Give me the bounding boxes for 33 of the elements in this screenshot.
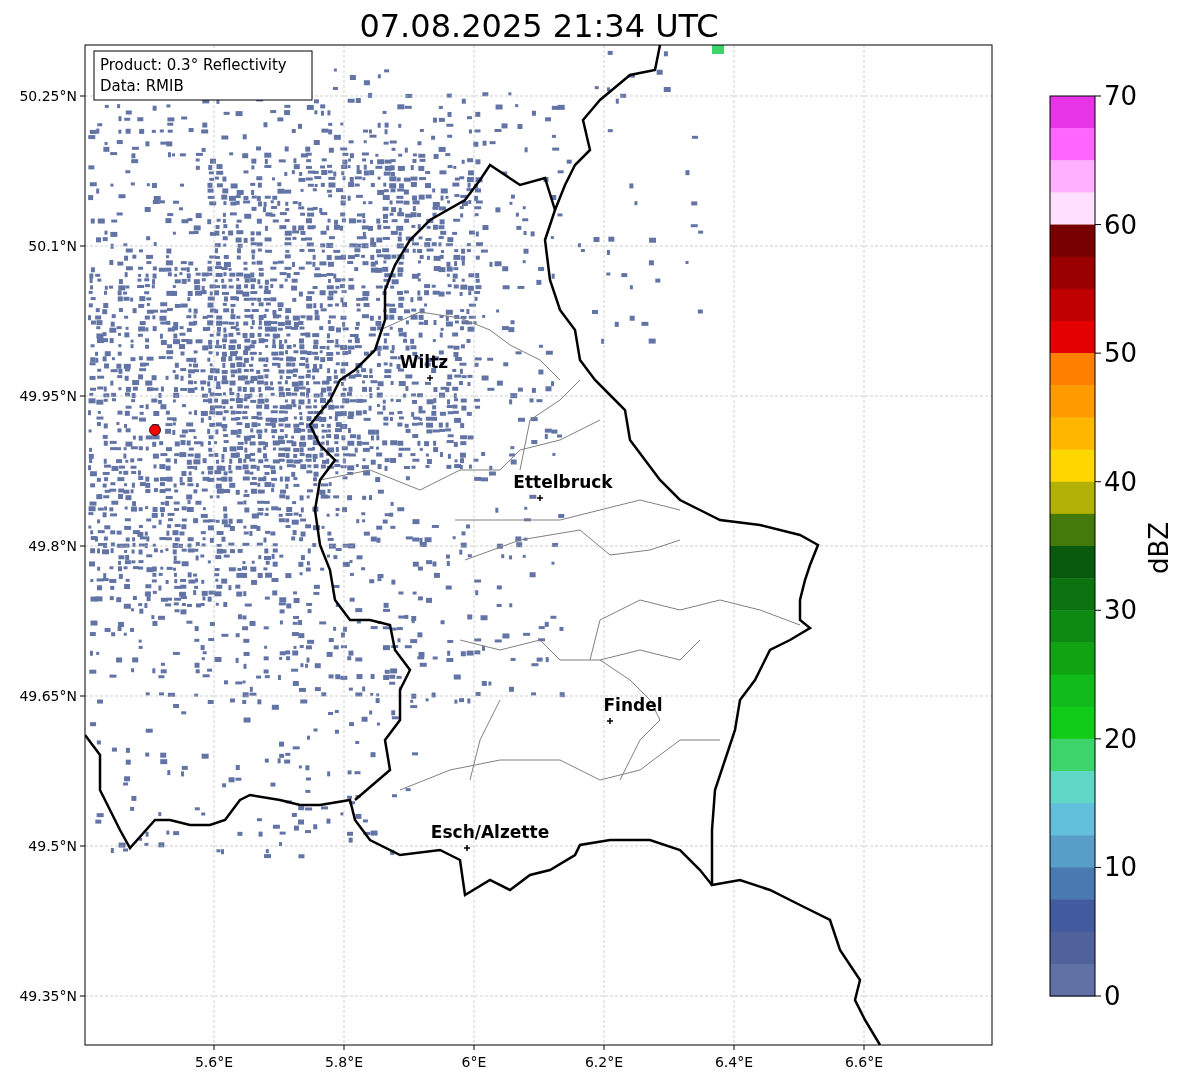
- info-text: Product: 0.3° Reflectivity: [100, 56, 287, 74]
- colorbar-tick-label: 10: [1104, 852, 1138, 883]
- longitude-tick-label: 6.4°E: [714, 1054, 754, 1070]
- colorbar-tick-label: 40: [1104, 466, 1138, 497]
- latitude-tick-label: 49.5°N: [28, 838, 77, 854]
- city-label: Esch/Alzette: [430, 822, 550, 842]
- colorbar-tick-label: 50: [1104, 338, 1138, 369]
- latitude-tick-label: 49.35°N: [19, 988, 77, 1004]
- radar-site-marker: [149, 424, 161, 436]
- longitude-tick-label: 6°E: [461, 1054, 487, 1070]
- city-marker-icon: [463, 844, 471, 852]
- city-label: Ettelbruck: [513, 472, 613, 492]
- colorbar-tick-label: 20: [1104, 723, 1138, 754]
- info-text: Data: RMIB: [100, 77, 184, 95]
- city-marker-icon: [426, 374, 434, 382]
- latitude-tick-label: 49.65°N: [19, 688, 77, 704]
- city-marker-icon: [606, 717, 614, 725]
- city-label: Findel: [603, 695, 663, 715]
- longitude-tick-label: 5.6°E: [194, 1054, 234, 1070]
- longitude-tick-label: 6.2°E: [584, 1054, 624, 1070]
- city-marker-icon: [536, 494, 544, 502]
- longitude-tick-label: 5.8°E: [324, 1054, 364, 1070]
- chart-title: 07.08.2025 21:34 UTC: [359, 7, 719, 45]
- colorbar-tick-label: 30: [1104, 595, 1138, 626]
- colorbar-tick-label: 0: [1104, 981, 1121, 1011]
- colorbar-tick-label: 60: [1104, 209, 1138, 240]
- latitude-tick-label: 50.1°N: [28, 238, 77, 254]
- colorbar-tick-label: 70: [1104, 81, 1138, 111]
- latitude-tick-label: 49.95°N: [19, 388, 77, 404]
- latitude-tick-label: 49.8°N: [28, 538, 77, 554]
- longitude-tick-label: 6.6°E: [844, 1054, 884, 1070]
- latitude-tick-label: 50.25°N: [19, 88, 77, 104]
- colorbar-label: dBZ: [1144, 521, 1174, 575]
